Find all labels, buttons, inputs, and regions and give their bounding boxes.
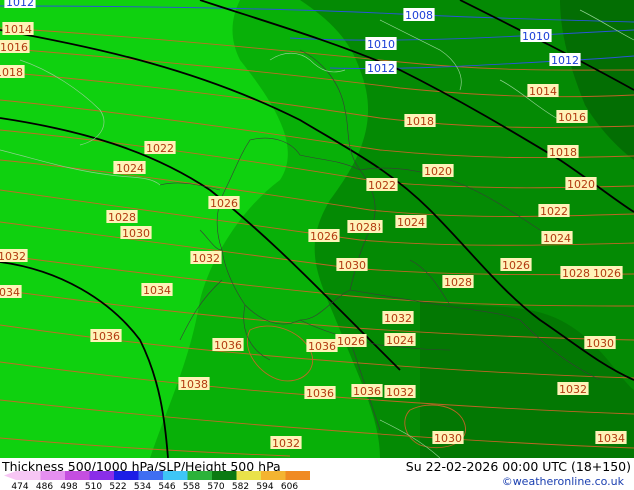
colorbar-tick-label: 498 [60,482,77,490]
isobar-label: 1032 [0,250,26,263]
isobar-label: 1034 [143,284,171,297]
isobar-label: 1026 [337,335,365,348]
colorbar-tick-label: 606 [281,482,298,490]
colorbar-arrow-left [4,471,16,480]
colorbar-segment [212,471,237,480]
colorbar-tick-label: 594 [256,482,273,490]
colorbar-tick-label: 486 [36,482,53,490]
thickness-pressure-chart: 1012100810101010101210121014101610181014… [0,0,634,458]
colorbar-segment [163,471,188,480]
isobar-label: 1028 [108,211,136,224]
isobar-label: 1026 [593,267,621,280]
isobar-label: 1024 [397,216,425,229]
isobar-label: 1012 [367,62,395,75]
isobar-label: 1020 [424,165,452,178]
isobar-label: 1036 [306,387,334,400]
colorbar-segment [138,471,163,480]
isobar-label: 1024 [386,334,414,347]
isobar-label: 1026 [310,230,338,243]
isobar-label: 1032 [384,312,412,325]
colorbar-tick-label: 582 [232,482,249,490]
isobar-label: 1022 [368,179,396,192]
isobar-label: 1030 [434,432,462,445]
isobar-label: 1014 [4,23,32,36]
isobar-label: 1032 [386,386,414,399]
colorbar-segment [285,471,310,480]
isobar-label: 1010 [522,30,550,43]
isobar-label: 1020 [567,178,595,191]
colorbar-tick-label: 522 [109,482,126,490]
isobar-label: 1024 [543,232,571,245]
isobar-label: 1022 [540,205,568,218]
isobar-label: 1024 [116,162,144,175]
colorbar-tick-label: 570 [207,482,224,490]
colorbar-segment [40,471,65,480]
isobar-label: 1036 [92,330,120,343]
isobar-label: 1026 [502,259,530,272]
colorbar-segment [89,471,114,480]
weather-map: 1012100810101010101210121014101610181014… [0,0,634,458]
isobar-label: 1030 [586,337,614,350]
colorbar-tick-label: 558 [183,482,200,490]
isobar-label: 1032 [272,437,300,450]
isobar-label: 1008 [405,9,433,22]
isobar-label: 1028 [562,267,590,280]
isobar-label: 1036 [214,339,242,352]
isobar-label: 1026 [210,197,238,210]
isobar-label: 1036 [353,385,381,398]
colorbar-segment [261,471,286,480]
colorbar-segment [65,471,90,480]
isobar-label: 1030 [338,259,366,272]
isobar-label: 1018 [0,66,23,79]
isobar-label: 1034 [597,432,625,445]
isobar-label: 1038 [180,378,208,391]
forecast-datetime: Su 22-02-2026 00:00 UTC (18+150) [405,459,631,474]
isobar-label: 1028 [444,276,472,289]
colorbar-segment [114,471,139,480]
colorbar-tick-label: 510 [85,482,102,490]
isobar-label: 1028 [349,221,377,234]
isobar-label: 1016 [558,111,586,124]
colorbar-tick-label: 534 [134,482,151,490]
isobar-label: 1034 [0,286,20,299]
thickness-colorbar: 474 486 498 510 522 534 546 558 570 582 594 606 [4,471,310,490]
isobar-label: 1010 [367,38,395,51]
isobar-label: 1030 [122,227,150,240]
isobar-label: 1032 [559,383,587,396]
isobar-label: 1018 [549,146,577,159]
isobar-label: 1012 [6,0,34,9]
colorbar-segment [236,471,261,480]
isobar-label: 1018 [406,115,434,128]
isobar-label: 1032 [192,252,220,265]
colorbar-tick-label: 546 [158,482,175,490]
isobar-label: 1036 [308,340,336,353]
isobar-label: 1012 [551,54,579,67]
colorbar-tick-label: 474 [11,482,28,490]
isobar-label: 1022 [146,142,174,155]
credit-link[interactable]: ©weatheronline.co.uk [502,475,624,488]
colorbar-segment [187,471,212,480]
colorbar-segment [16,471,41,480]
isobar-label: 1014 [529,85,557,98]
isobar-label: 1016 [0,41,28,54]
